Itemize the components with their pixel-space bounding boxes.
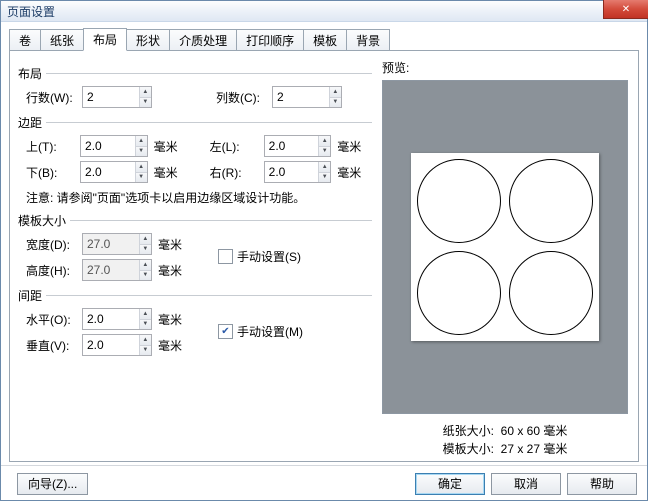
preview-circle-icon — [509, 159, 593, 243]
horiz-spinner[interactable]: ▲▼ — [82, 308, 152, 330]
cols-input[interactable] — [273, 87, 329, 107]
cols-down[interactable]: ▼ — [330, 98, 341, 108]
help-button[interactable]: 帮助 — [567, 473, 637, 495]
margins-note: 注意: 请参阅"页面"选项卡以启用边缘区域设计功能。 — [26, 189, 372, 206]
right-input[interactable] — [265, 162, 319, 182]
left-input[interactable] — [265, 136, 319, 156]
wizard-button[interactable]: 向导(Z)... — [17, 473, 88, 495]
preview-circle-icon — [509, 251, 593, 335]
horiz-input[interactable] — [83, 309, 139, 329]
rows-input[interactable] — [83, 87, 139, 107]
cols-spinner[interactable]: ▲▼ — [272, 86, 342, 108]
preview-frame — [382, 80, 628, 414]
tab-body: 布局 行数(W): ▲▼ 列数(C): — [9, 50, 639, 462]
preview-info: 纸张大小: 60 x 60 毫米 模板大小: 27 x 27 毫米 — [382, 422, 628, 458]
rows-spinner[interactable]: ▲▼ — [82, 86, 152, 108]
rows-up[interactable]: ▲ — [140, 87, 151, 98]
bottom-label: 下(B): — [26, 164, 80, 181]
window-title: 页面设置 — [7, 3, 55, 20]
tab-print-order[interactable]: 打印顺序 — [236, 29, 304, 51]
left-label: 左(L): — [210, 138, 264, 155]
vert-input[interactable] — [83, 335, 139, 355]
tab-media[interactable]: 介质处理 — [169, 29, 237, 51]
group-spacing: 间距 — [18, 287, 372, 304]
tab-layout[interactable]: 布局 — [83, 28, 127, 51]
template-manual-label: 手动设置(S) — [237, 248, 301, 265]
top-input[interactable] — [81, 136, 135, 156]
right-column: 预览: 纸张大小: 60 x 60 毫米 — [378, 51, 638, 461]
tab-template[interactable]: 模板 — [303, 29, 347, 51]
bottom-bar: 向导(Z)... 确定 取消 帮助 — [1, 465, 647, 501]
height-input — [83, 260, 139, 280]
vert-label: 垂直(V): — [26, 337, 82, 354]
client-area: 卷 纸张 布局 形状 介质处理 打印顺序 模板 背景 布局 行数(W): — [1, 22, 647, 465]
height-spinner: ▲▼ — [82, 259, 152, 281]
cols-label: 列数(C): — [216, 89, 272, 106]
preview-label: 预览: — [382, 59, 628, 76]
group-layout: 布局 — [18, 65, 372, 82]
width-spinner: ▲▼ — [82, 233, 152, 255]
cancel-button[interactable]: 取消 — [491, 473, 561, 495]
tab-shape[interactable]: 形状 — [126, 29, 170, 51]
left-column: 布局 行数(W): ▲▼ 列数(C): — [10, 51, 378, 461]
tab-roll[interactable]: 卷 — [9, 29, 41, 51]
right-label: 右(R): — [210, 164, 264, 181]
right-spinner[interactable]: ▲▼ — [264, 161, 332, 183]
rows-down[interactable]: ▼ — [140, 98, 151, 108]
height-label: 高度(H): — [26, 262, 82, 279]
titlebar: 页面设置 ✕ — [1, 1, 647, 22]
preview-circle-icon — [417, 159, 501, 243]
bottom-input[interactable] — [81, 162, 135, 182]
group-template-size: 模板大小 — [18, 212, 372, 229]
width-label: 宽度(D): — [26, 236, 82, 253]
vert-spinner[interactable]: ▲▼ — [82, 334, 152, 356]
left-spinner[interactable]: ▲▼ — [264, 135, 332, 157]
top-label: 上(T): — [26, 138, 80, 155]
horiz-label: 水平(O): — [26, 311, 82, 328]
top-spinner[interactable]: ▲▼ — [80, 135, 148, 157]
close-button[interactable]: ✕ — [603, 0, 648, 19]
ok-button[interactable]: 确定 — [415, 473, 485, 495]
width-input — [83, 234, 139, 254]
template-manual-checkbox[interactable] — [218, 249, 233, 264]
window: 页面设置 ✕ 卷 纸张 布局 形状 介质处理 打印顺序 模板 背景 布局 — [0, 0, 648, 501]
spacing-manual-label: 手动设置(M) — [237, 323, 303, 340]
preview-circle-icon — [417, 251, 501, 335]
group-margins: 边距 — [18, 114, 372, 131]
rows-label: 行数(W): — [26, 89, 82, 106]
cols-up[interactable]: ▲ — [330, 87, 341, 98]
tab-strip: 卷 纸张 布局 形状 介质处理 打印顺序 模板 背景 — [9, 28, 639, 50]
tab-background[interactable]: 背景 — [346, 29, 390, 51]
spacing-manual-checkbox[interactable]: ✔ — [218, 324, 233, 339]
bottom-spinner[interactable]: ▲▼ — [80, 161, 148, 183]
tab-paper[interactable]: 纸张 — [40, 29, 84, 51]
preview-paper — [411, 153, 599, 341]
